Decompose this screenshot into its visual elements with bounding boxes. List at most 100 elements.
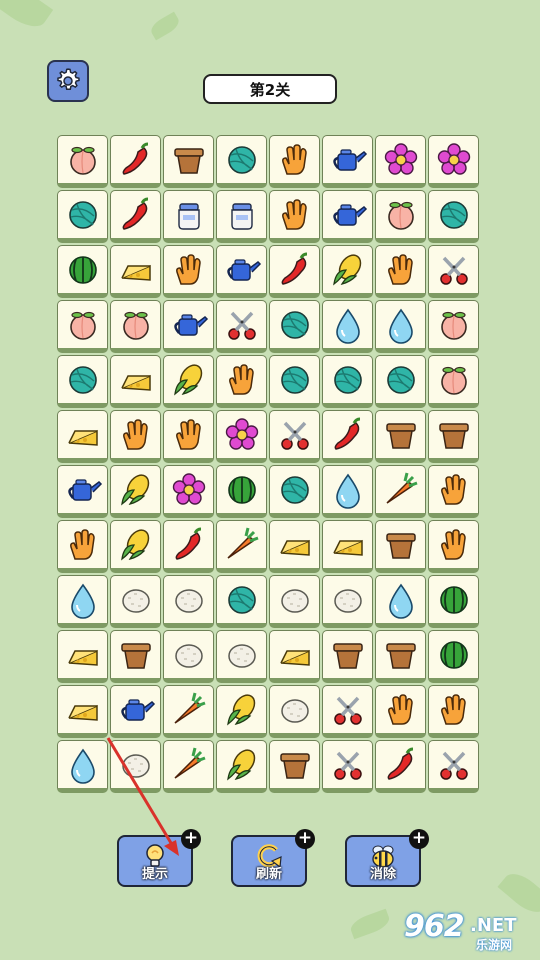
tile-corn[interactable] [110,520,161,573]
tile-pot[interactable] [110,630,161,683]
tile-glove[interactable] [375,245,426,298]
tile-rice[interactable] [269,575,320,628]
tile-scissors[interactable] [322,740,373,793]
tile-watermelon[interactable] [57,245,108,298]
hint-button[interactable]: 提示 + [117,829,201,887]
tile-rice[interactable] [216,630,267,683]
tile-glove[interactable] [163,245,214,298]
tile-pepper[interactable] [375,740,426,793]
tile-pot[interactable] [269,740,320,793]
add-refresh-button[interactable]: + [295,829,315,849]
tile-corn[interactable] [322,245,373,298]
tile-yarn[interactable] [322,355,373,408]
tile-drop[interactable] [57,740,108,793]
tile-pepper[interactable] [163,520,214,573]
tile-flower[interactable] [375,135,426,188]
tile-glove[interactable] [216,355,267,408]
tile-peach[interactable] [57,135,108,188]
tile-watermelon[interactable] [428,630,479,683]
tile-cheese[interactable] [57,685,108,738]
tile-drop[interactable] [375,300,426,353]
tile-jar[interactable] [216,190,267,243]
add-hint-button[interactable]: + [181,829,201,849]
tile-pepper[interactable] [269,245,320,298]
tile-cheese[interactable] [57,410,108,463]
settings-button[interactable] [47,60,89,102]
tile-flower[interactable] [163,465,214,518]
tile-rice[interactable] [163,575,214,628]
add-eliminate-button[interactable]: + [409,829,429,849]
tile-yarn[interactable] [269,465,320,518]
tile-rice[interactable] [322,575,373,628]
tile-scissors[interactable] [428,740,479,793]
tile-pot[interactable] [163,135,214,188]
tile-rice[interactable] [163,630,214,683]
tile-yarn[interactable] [375,355,426,408]
tile-pepper[interactable] [110,135,161,188]
tile-corn[interactable] [216,740,267,793]
tile-carrot[interactable] [375,465,426,518]
tile-rice[interactable] [110,575,161,628]
tile-yarn[interactable] [57,355,108,408]
tile-carrot[interactable] [216,520,267,573]
tile-glove[interactable] [375,685,426,738]
tile-cheese[interactable] [57,630,108,683]
tile-scissors[interactable] [216,300,267,353]
tile-corn[interactable] [216,685,267,738]
tile-drop[interactable] [375,575,426,628]
tile-glove[interactable] [428,520,479,573]
tile-pot[interactable] [375,520,426,573]
tile-jar[interactable] [163,190,214,243]
tile-watering-can[interactable] [322,190,373,243]
tile-yarn[interactable] [269,300,320,353]
tile-carrot[interactable] [163,740,214,793]
tile-watermelon[interactable] [428,575,479,628]
tile-yarn[interactable] [428,190,479,243]
tile-yarn[interactable] [216,135,267,188]
tile-drop[interactable] [322,465,373,518]
tile-drop[interactable] [322,300,373,353]
tile-peach[interactable] [57,300,108,353]
tile-cheese[interactable] [110,355,161,408]
tile-watering-can[interactable] [216,245,267,298]
tile-flower[interactable] [216,410,267,463]
tile-glove[interactable] [57,520,108,573]
tile-glove[interactable] [269,190,320,243]
tile-cheese[interactable] [110,245,161,298]
tile-peach[interactable] [428,355,479,408]
tile-glove[interactable] [428,685,479,738]
tile-yarn[interactable] [269,355,320,408]
tile-glove[interactable] [269,135,320,188]
tile-peach[interactable] [428,300,479,353]
eliminate-button[interactable]: 消除 + [345,829,429,887]
tile-rice[interactable] [110,740,161,793]
tile-glove[interactable] [110,410,161,463]
tile-watering-can[interactable] [57,465,108,518]
tile-cheese[interactable] [322,520,373,573]
tile-pot[interactable] [375,410,426,463]
refresh-button[interactable]: 刷新 + [231,829,315,887]
tile-cheese[interactable] [269,520,320,573]
tile-scissors[interactable] [269,410,320,463]
tile-watering-can[interactable] [322,135,373,188]
tile-cheese[interactable] [269,630,320,683]
tile-scissors[interactable] [322,685,373,738]
tile-rice[interactable] [269,685,320,738]
tile-watering-can[interactable] [110,685,161,738]
tile-drop[interactable] [57,575,108,628]
tile-watermelon[interactable] [216,465,267,518]
tile-pepper[interactable] [322,410,373,463]
tile-glove[interactable] [428,465,479,518]
tile-watering-can[interactable] [163,300,214,353]
tile-yarn[interactable] [57,190,108,243]
tile-scissors[interactable] [428,245,479,298]
tile-pot[interactable] [375,630,426,683]
tile-flower[interactable] [428,135,479,188]
tile-peach[interactable] [375,190,426,243]
tile-corn[interactable] [110,465,161,518]
tile-yarn[interactable] [216,575,267,628]
tile-pepper[interactable] [110,190,161,243]
tile-glove[interactable] [163,410,214,463]
tile-corn[interactable] [163,355,214,408]
tile-pot[interactable] [428,410,479,463]
